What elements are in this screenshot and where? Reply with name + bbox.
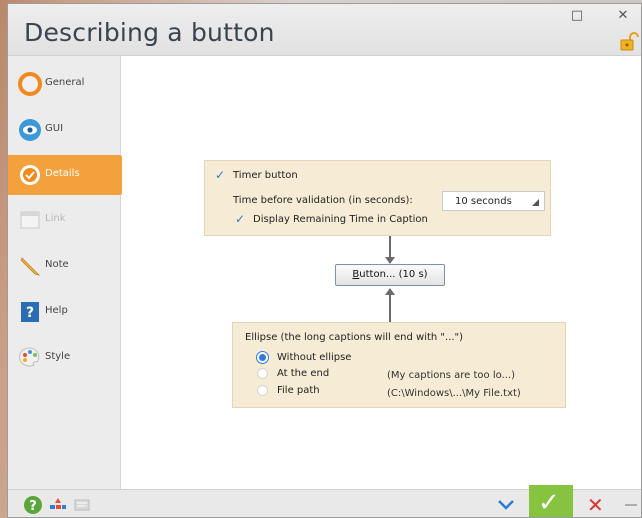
dropdown-arrow-icon (532, 199, 539, 206)
ellipse-heading: Ellipse (the long captions will end with… (245, 332, 464, 343)
maximize-button[interactable]: □ (566, 6, 588, 26)
timer-settings-panel: ✓ Timer button Time before validation (i… (204, 160, 551, 236)
sidebar-item-note[interactable]: Note (8, 246, 121, 286)
radio-at-the-end[interactable] (257, 368, 268, 379)
footer-extra-button[interactable] (619, 490, 641, 517)
display-remaining-label: Display Remaining Time in Caption (253, 214, 428, 225)
radio-without-ellipse[interactable] (257, 352, 268, 363)
details-icon (20, 165, 40, 185)
eye-icon (19, 119, 41, 141)
option-label-at-the-end: At the end (277, 368, 330, 379)
time-select-value: 10 seconds (455, 196, 512, 207)
footer-bar: ? ✓ ✕ (8, 485, 641, 517)
ellipse-settings-panel: Ellipse (the long captions will end with… (232, 322, 566, 408)
time-label: Time before validation (in seconds): (233, 195, 413, 206)
window-title: Describing a button (24, 18, 275, 47)
next-button[interactable] (484, 490, 528, 517)
sidebar-item-gui[interactable]: GUI (8, 110, 121, 150)
option-example-at-the-end: (My captions are too lo...) (387, 370, 515, 381)
details-content: ✓ Timer button Time before validation (i… (122, 56, 641, 489)
timer-checkbox[interactable]: ✓ (215, 168, 225, 182)
preview-button-label: utton... (10 s) (359, 269, 428, 280)
pencil-icon (20, 257, 41, 276)
svg-text:?: ? (29, 499, 37, 514)
comment-icon[interactable] (72, 495, 92, 515)
option-example-file-path: (C:\Windows\...\My File.txt) (387, 388, 521, 399)
sort-icon[interactable] (48, 495, 68, 515)
cancel-icon: ✕ (587, 493, 604, 517)
sidebar-item-link: Link (8, 200, 121, 240)
help-circle-icon[interactable]: ? (23, 495, 43, 515)
svg-text:?: ? (26, 305, 34, 321)
sidebar-item-label: GUI (45, 123, 64, 134)
palette-icon (18, 347, 40, 367)
sidebar-item-label: Note (45, 259, 69, 270)
sidebar-item-label: Style (45, 351, 71, 362)
sidebar-item-label: Link (45, 213, 66, 224)
dash-icon (625, 504, 637, 506)
preview-button[interactable]: Button... (10 s) (335, 264, 445, 286)
sidebar-item-label: General (45, 77, 85, 88)
sidebar-item-style[interactable]: Style (8, 338, 121, 378)
display-remaining-checkbox[interactable]: ✓ (235, 212, 245, 226)
cancel-button[interactable]: ✕ (574, 490, 618, 517)
link-icon (20, 211, 40, 229)
connector-line-top (389, 236, 391, 258)
sidebar-item-label: Help (45, 305, 68, 316)
time-select[interactable]: 10 seconds (442, 191, 545, 211)
connector-line-bottom (389, 294, 391, 322)
lock-icon[interactable] (619, 31, 639, 51)
radio-file-path[interactable] (257, 385, 268, 396)
sidebar: General GUI Details Link Note ? Help Sty… (8, 56, 131, 489)
sidebar-item-label: Details (45, 168, 80, 179)
sidebar-item-help[interactable]: ? Help (8, 292, 121, 332)
sidebar-item-general[interactable]: General (8, 64, 121, 104)
close-button[interactable]: ✕ (612, 6, 634, 26)
option-label-file-path: File path (277, 385, 320, 396)
ok-button[interactable]: ✓ (529, 485, 573, 518)
general-icon (18, 72, 42, 96)
option-label-without-ellipse: Without ellipse (277, 352, 352, 363)
title-bar: Describing a button □ ✕ (8, 4, 641, 56)
sidebar-item-details[interactable]: Details (8, 155, 131, 195)
dialog-window: Describing a button □ ✕ General GUI Deta… (7, 3, 642, 518)
timer-checkbox-label: Timer button (233, 170, 298, 181)
chevron-down-icon (498, 500, 514, 510)
arrow-down-icon (385, 257, 395, 264)
help-icon: ? (21, 302, 39, 322)
checkmark-icon: ✓ (538, 488, 560, 518)
